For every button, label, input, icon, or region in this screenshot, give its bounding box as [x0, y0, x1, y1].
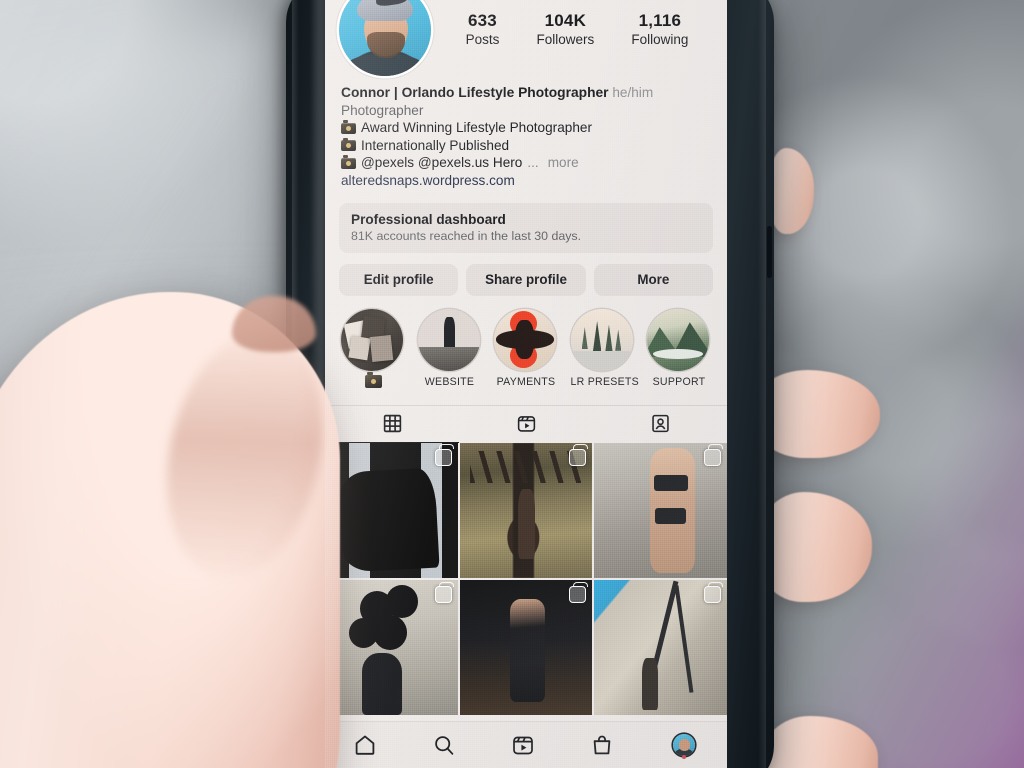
post-figure — [518, 488, 536, 560]
post-subject — [338, 467, 440, 573]
post-figure — [362, 652, 403, 716]
dashboard-title: Professional dashboard — [351, 211, 506, 227]
profile-bio: Connor | Orlando Lifestyle Photographer … — [325, 76, 727, 190]
bio-line: Internationally Published — [341, 137, 711, 155]
highlight-cover — [647, 308, 709, 371]
stat-followers[interactable]: 104K Followers — [536, 11, 594, 48]
phone-power-button[interactable] — [767, 226, 772, 278]
grid-post[interactable] — [594, 442, 727, 579]
bio-line: @pexels @pexels.us Hero... more — [341, 154, 711, 172]
camera-emoji — [364, 371, 382, 388]
grid-post[interactable] — [459, 579, 593, 716]
post-detail — [386, 585, 419, 618]
smartphone-device: 633 Posts 104K Followers 1,116 Following — [286, 0, 774, 768]
tagged-icon — [650, 413, 671, 434]
nav-reels[interactable] — [511, 733, 535, 757]
nav-home[interactable] — [353, 733, 377, 757]
following-label: Following — [631, 32, 689, 47]
grid-post[interactable] — [594, 579, 727, 716]
highlight-website[interactable]: WEBSITE — [417, 308, 482, 393]
post-figure — [510, 598, 545, 702]
phone-right-edge — [758, 0, 766, 768]
profile-website-link[interactable]: alteredsnaps.wordpress.com — [341, 172, 711, 190]
carousel-icon — [434, 444, 454, 466]
carousel-icon — [704, 444, 723, 466]
highlight-lr-presets[interactable]: LR PRESETS — [570, 308, 639, 393]
bio-name-row: Connor | Orlando Lifestyle Photographer … — [341, 84, 711, 102]
carousel-icon — [569, 581, 589, 603]
highlight-label: SUPPORT — [652, 375, 706, 388]
dashboard-subtitle: 81K accounts reached in the last 30 days… — [351, 228, 582, 243]
post-detail — [655, 507, 686, 524]
instagram-app: 633 Posts 104K Followers 1,116 Following — [325, 0, 727, 768]
carousel-icon — [434, 581, 454, 603]
grid-post[interactable] — [325, 442, 458, 579]
bio-line-text: Award Winning Lifestyle Photographer — [361, 120, 592, 136]
post-detail — [674, 585, 694, 694]
followers-label: Followers — [536, 32, 595, 47]
highlight-label: PAYMENTS — [496, 375, 556, 388]
camera-emoji — [341, 120, 356, 134]
edit-profile-button[interactable]: Edit profile — [339, 263, 459, 296]
highlight-cover — [417, 308, 480, 371]
story-highlights: WEBSITE PAYMENTS LR PRESETS SUPPORT — [341, 308, 711, 393]
bio-ellipsis: ... — [527, 155, 539, 171]
nav-profile[interactable] — [669, 730, 699, 760]
profile-avatar[interactable] — [339, 0, 431, 76]
bottom-navigation — [325, 721, 727, 768]
notification-dot — [682, 755, 687, 759]
highlight-payments[interactable]: PAYMENTS — [494, 308, 558, 393]
following-count: 1,116 — [638, 11, 682, 31]
grid-post[interactable] — [459, 442, 593, 579]
display-name: Connor | Orlando Lifestyle Photographer — [341, 85, 609, 100]
highlight-cover — [494, 308, 556, 371]
phone-screen: 633 Posts 104K Followers 1,116 Following — [325, 0, 727, 768]
tab-grid[interactable] — [325, 406, 459, 443]
profile-category: Photographer — [341, 102, 424, 118]
more-button[interactable]: More — [593, 263, 713, 296]
highlight-label: WEBSITE — [424, 375, 475, 388]
camera-emoji — [341, 137, 356, 152]
reels-icon — [516, 413, 537, 434]
posts-count: 633 — [467, 11, 497, 31]
profile-tabs — [325, 404, 727, 443]
profile-stats: 633 Posts 104K Followers 1,116 Following — [431, 11, 713, 48]
grid-post[interactable] — [325, 579, 458, 716]
profile-header: 633 Posts 104K Followers 1,116 Following — [325, 0, 727, 76]
post-detail — [653, 475, 689, 492]
posts-label: Posts — [465, 32, 500, 47]
carousel-icon — [704, 581, 723, 603]
bio-more-link[interactable]: more — [544, 154, 579, 172]
posts-grid — [325, 442, 727, 716]
avatar-face — [679, 739, 690, 751]
pronouns: he/him — [612, 85, 654, 100]
highlight-support[interactable]: SUPPORT — [647, 308, 711, 393]
profile-action-buttons: Edit profile Share profile More — [339, 263, 713, 296]
post-figure — [641, 658, 658, 710]
camera-emoji — [341, 155, 356, 169]
carousel-icon — [569, 444, 589, 466]
stat-posts[interactable]: 633 Posts — [466, 11, 500, 48]
grid-icon — [382, 413, 403, 434]
followers-count: 104K — [544, 11, 587, 31]
tab-reels[interactable] — [459, 406, 593, 442]
post-detail — [470, 450, 582, 484]
bio-line: Award Winning Lifestyle Photographer — [341, 119, 711, 137]
bio-line-text: Internationally Published — [361, 137, 510, 153]
profile-avatar-icon — [673, 734, 696, 756]
nav-shop[interactable] — [590, 733, 614, 757]
highlight-label: LR PRESETS — [570, 375, 639, 388]
highlight-cover — [570, 308, 633, 371]
highlight-camera[interactable] — [341, 308, 405, 393]
nav-search[interactable] — [432, 733, 456, 757]
highlight-cover — [341, 308, 403, 371]
professional-dashboard-card[interactable]: Professional dashboard 81K accounts reac… — [339, 202, 713, 253]
share-profile-button[interactable]: Share profile — [466, 263, 586, 296]
post-detail — [348, 617, 379, 648]
stat-following[interactable]: 1,116 Following — [631, 11, 688, 48]
post-detail — [372, 615, 408, 651]
tab-tagged[interactable] — [593, 406, 727, 442]
bio-line-text: @pexels @pexels.us Hero — [361, 155, 523, 171]
photo-scene: 633 Posts 104K Followers 1,116 Following — [0, 0, 1024, 768]
